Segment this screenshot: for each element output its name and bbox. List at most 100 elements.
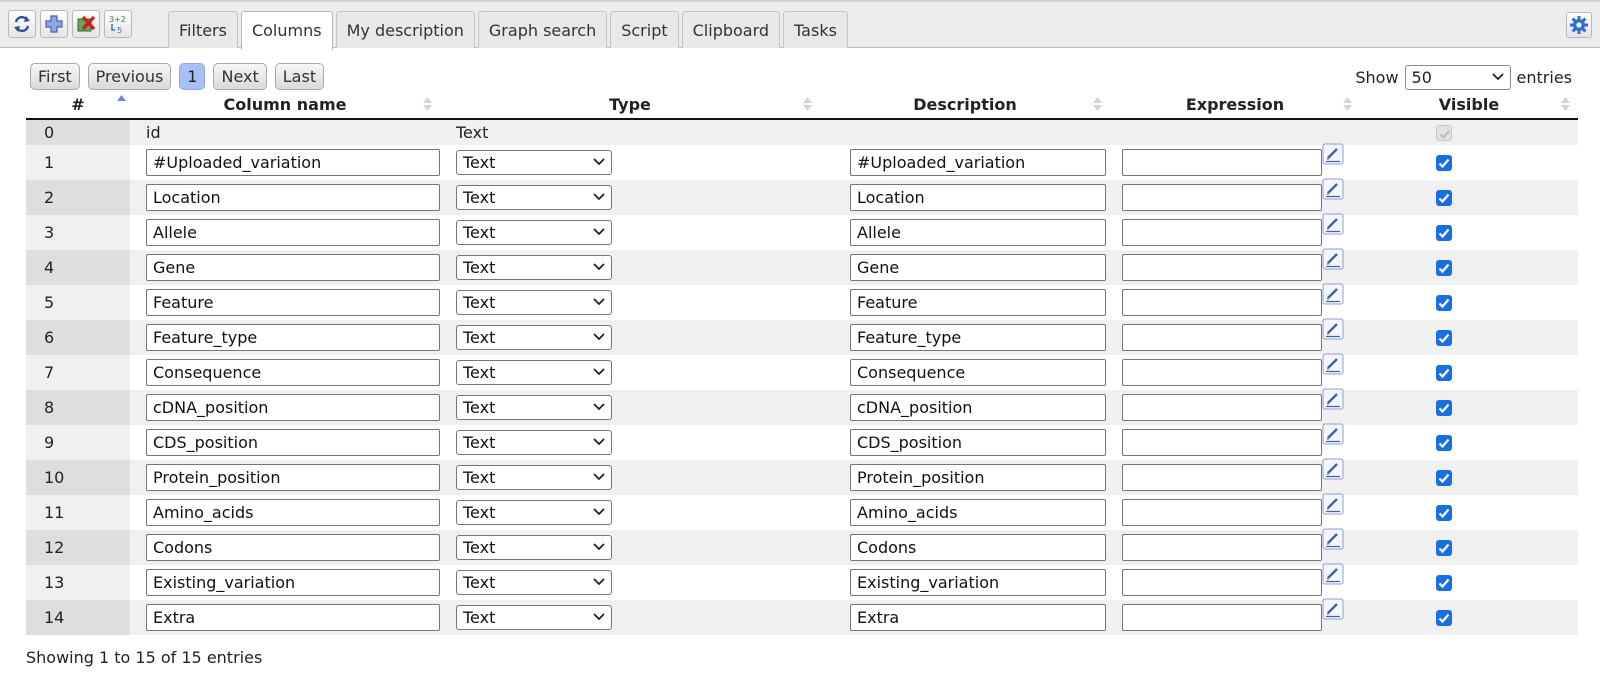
column-name-input[interactable]: Location <box>146 184 440 211</box>
expression-input[interactable] <box>1122 254 1322 281</box>
column-name-input[interactable]: Amino_acids <box>146 499 440 526</box>
column-name-input[interactable]: Existing_variation <box>146 569 440 596</box>
expression-input[interactable] <box>1122 289 1322 316</box>
type-select[interactable]: Text <box>456 570 612 595</box>
column-name-input[interactable]: Allele <box>146 219 440 246</box>
column-name-input[interactable]: Feature <box>146 289 440 316</box>
edit-expression-icon[interactable] <box>1322 213 1344 235</box>
tab-tasks[interactable]: Tasks <box>783 11 848 48</box>
add-icon[interactable] <box>40 10 68 38</box>
type-select[interactable]: Text <box>456 290 612 315</box>
visible-checkbox[interactable] <box>1436 399 1452 416</box>
description-input[interactable]: Codons <box>850 534 1106 561</box>
column-name-input[interactable]: #Uploaded_variation <box>146 149 440 176</box>
expression-input[interactable] <box>1122 394 1322 421</box>
description-input[interactable]: Location <box>850 184 1106 211</box>
type-select[interactable]: Text <box>456 220 612 245</box>
edit-expression-icon[interactable] <box>1322 458 1344 480</box>
edit-expression-icon[interactable] <box>1322 493 1344 515</box>
delete-icon[interactable] <box>72 10 100 38</box>
expression-input[interactable] <box>1122 429 1322 456</box>
type-select[interactable]: Text <box>456 535 612 560</box>
expression-input[interactable] <box>1122 569 1322 596</box>
expression-input[interactable] <box>1122 184 1322 211</box>
description-input[interactable]: Gene <box>850 254 1106 281</box>
visible-checkbox[interactable] <box>1436 504 1452 521</box>
tab-clipboard[interactable]: Clipboard <box>681 11 781 48</box>
edit-expression-icon[interactable] <box>1322 423 1344 445</box>
description-input[interactable]: Allele <box>850 219 1106 246</box>
edit-expression-icon[interactable] <box>1322 353 1344 375</box>
expression-input[interactable] <box>1122 359 1322 386</box>
expression-input[interactable] <box>1122 464 1322 491</box>
edit-expression-icon[interactable] <box>1322 178 1344 200</box>
column-name-input[interactable]: Codons <box>146 534 440 561</box>
expression-input[interactable] <box>1122 499 1322 526</box>
header-number[interactable]: # <box>26 91 130 120</box>
visible-checkbox[interactable] <box>1436 189 1452 206</box>
description-input[interactable]: #Uploaded_variation <box>850 149 1106 176</box>
tab-script[interactable]: Script <box>610 11 679 48</box>
type-select[interactable]: Text <box>456 325 612 350</box>
visible-checkbox[interactable] <box>1436 154 1452 171</box>
tab-graph-search[interactable]: Graph search <box>477 11 608 48</box>
expression-input[interactable] <box>1122 219 1322 246</box>
column-name-input[interactable]: CDS_position <box>146 429 440 456</box>
visible-checkbox[interactable] <box>1436 294 1452 311</box>
column-name-input[interactable]: cDNA_position <box>146 394 440 421</box>
visible-checkbox[interactable] <box>1436 539 1452 556</box>
refresh-icon[interactable] <box>8 10 36 38</box>
column-name-input[interactable]: Consequence <box>146 359 440 386</box>
column-name-input[interactable]: Gene <box>146 254 440 281</box>
settings-button[interactable] <box>1566 12 1592 38</box>
previous-page-button[interactable]: Previous <box>87 63 172 90</box>
column-name-input[interactable]: Protein_position <box>146 464 440 491</box>
edit-expression-icon[interactable] <box>1322 563 1344 585</box>
first-page-button[interactable]: First <box>30 63 80 90</box>
page-1-button[interactable]: 1 <box>179 63 206 90</box>
visible-checkbox[interactable] <box>1436 434 1452 451</box>
column-name-input[interactable]: Extra <box>146 604 440 631</box>
column-name-input[interactable]: Feature_type <box>146 324 440 351</box>
tab-filters[interactable]: Filters <box>168 11 238 48</box>
header-expression[interactable]: Expression <box>1110 91 1360 120</box>
expression-input[interactable] <box>1122 534 1322 561</box>
type-select[interactable]: Text <box>456 360 612 385</box>
tab-my-description[interactable]: My description <box>335 11 475 48</box>
header-type[interactable]: Type <box>440 91 820 120</box>
next-page-button[interactable]: Next <box>213 63 267 90</box>
edit-expression-icon[interactable] <box>1322 598 1344 620</box>
edit-expression-icon[interactable] <box>1322 528 1344 550</box>
description-input[interactable]: Amino_acids <box>850 499 1106 526</box>
header-column-name[interactable]: Column name <box>130 91 440 120</box>
edit-expression-icon[interactable] <box>1322 388 1344 410</box>
header-description[interactable]: Description <box>820 91 1110 120</box>
description-input[interactable]: Protein_position <box>850 464 1106 491</box>
description-input[interactable]: Existing_variation <box>850 569 1106 596</box>
type-select[interactable]: Text <box>456 150 612 175</box>
edit-expression-icon[interactable] <box>1322 143 1344 165</box>
visible-checkbox[interactable] <box>1436 364 1452 381</box>
expression-input[interactable] <box>1122 324 1322 351</box>
tab-columns[interactable]: Columns <box>240 11 333 50</box>
expression-input[interactable] <box>1122 149 1322 176</box>
edit-expression-icon[interactable] <box>1322 318 1344 340</box>
visible-checkbox[interactable] <box>1436 259 1452 276</box>
description-input[interactable]: Feature_type <box>850 324 1106 351</box>
description-input[interactable]: Extra <box>850 604 1106 631</box>
description-input[interactable]: Feature <box>850 289 1106 316</box>
type-select[interactable]: Text <box>456 500 612 525</box>
expression-input[interactable] <box>1122 604 1322 631</box>
visible-checkbox[interactable] <box>1436 574 1452 591</box>
description-input[interactable]: cDNA_position <box>850 394 1106 421</box>
visible-checkbox[interactable] <box>1436 609 1452 626</box>
description-input[interactable]: CDS_position <box>850 429 1106 456</box>
type-select[interactable]: Text <box>456 605 612 630</box>
edit-expression-icon[interactable] <box>1322 248 1344 270</box>
visible-checkbox[interactable] <box>1436 469 1452 486</box>
edit-expression-icon[interactable] <box>1322 283 1344 305</box>
type-select[interactable]: Text <box>456 255 612 280</box>
description-input[interactable]: Consequence <box>850 359 1106 386</box>
type-select[interactable]: Text <box>456 185 612 210</box>
compute-icon[interactable]: 3+2 5 <box>104 10 132 38</box>
